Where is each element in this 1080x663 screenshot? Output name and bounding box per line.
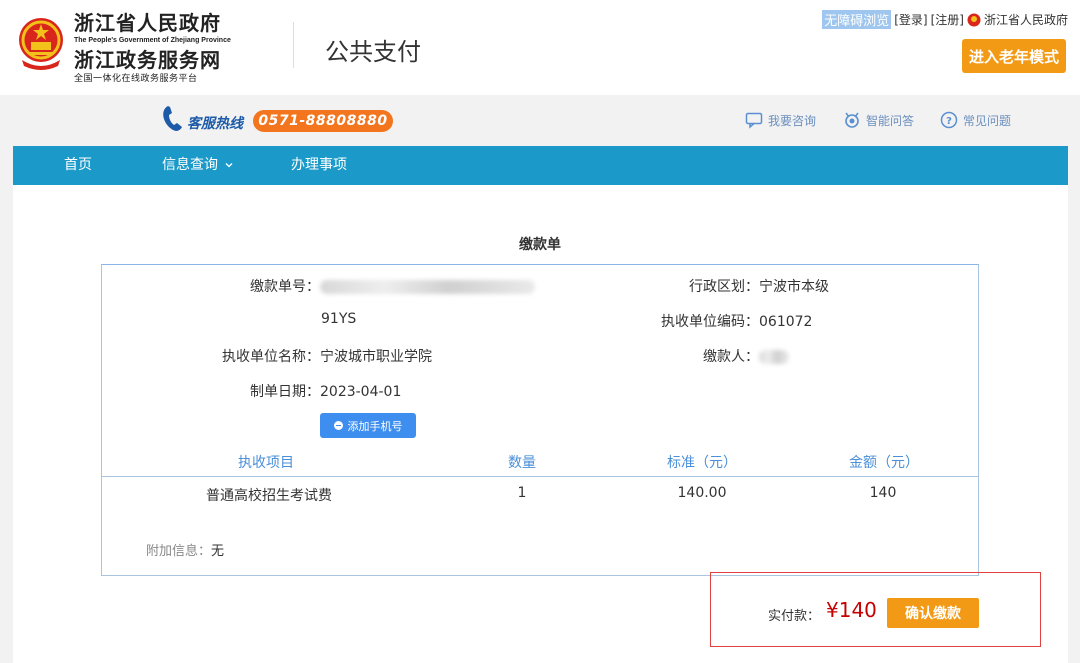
payment-label: 实付款： bbox=[768, 609, 821, 624]
extra-info-value: 无 bbox=[211, 544, 225, 559]
region-value: 宁波市本级 bbox=[759, 279, 829, 295]
brand-subtitle: 全国一体化在线政务服务平台 bbox=[74, 74, 198, 84]
elder-mode-button[interactable]: 进入老年模式 bbox=[962, 39, 1066, 73]
row-qty: 1 bbox=[517, 485, 527, 501]
unit-code-value: 061072 bbox=[759, 314, 813, 330]
site-header: 浙江省人民政府 The People's Government of Zheji… bbox=[0, 0, 1080, 95]
date-label: 制单日期： bbox=[250, 384, 320, 400]
region-label: 行政区划： bbox=[689, 279, 759, 295]
page-title: 公共支付 bbox=[325, 38, 421, 66]
bill-number-label: 缴款单号： bbox=[250, 279, 320, 295]
main-nav: 首页 信息查询 办理事项 bbox=[13, 146, 1068, 185]
confirm-payment-button[interactable]: 确认缴款 bbox=[887, 598, 979, 628]
date-value: 2023-04-01 bbox=[320, 384, 402, 400]
row-std: 140.00 bbox=[677, 485, 727, 501]
row-amount: 140 bbox=[869, 485, 897, 501]
items-table-header: 执收项目 数量 标准（元） 金额（元） bbox=[102, 452, 978, 477]
extra-info: 附加信息：无 bbox=[146, 540, 224, 559]
gov-link[interactable]: 浙江省人民政府 bbox=[984, 11, 1068, 28]
phone-icon bbox=[163, 106, 182, 131]
chevron-down-icon bbox=[225, 163, 233, 168]
bill-number-redacted bbox=[320, 280, 535, 294]
hotline-label: 客服热线 bbox=[187, 116, 243, 132]
brand-english: The People's Government of Zhejiang Prov… bbox=[74, 37, 231, 44]
unit-code-field: 执收单位编码：061072 bbox=[661, 311, 812, 331]
payer-redacted bbox=[759, 350, 789, 364]
region-field: 行政区划：宁波市本级 bbox=[689, 276, 829, 296]
unit-code-label: 执收单位编码： bbox=[661, 314, 759, 330]
svg-text:?: ? bbox=[946, 116, 952, 127]
bill-title: 缴款单 bbox=[519, 237, 561, 253]
payer-label: 缴款人： bbox=[703, 349, 759, 365]
smart-qa-label: 智能问答 bbox=[866, 113, 915, 128]
row-item: 普通高校招生考试费 bbox=[206, 488, 332, 504]
add-phone-button[interactable]: 添加手机号 bbox=[320, 413, 416, 438]
accessibility-link[interactable]: 无障碍浏览 bbox=[822, 10, 892, 29]
hotline-number: 0571-88808880 bbox=[253, 110, 393, 132]
nav-info-query-label: 信息查询 bbox=[162, 157, 218, 173]
bill-box bbox=[101, 264, 979, 576]
question-icon: ? bbox=[940, 111, 958, 129]
date-field: 制单日期：2023-04-01 bbox=[250, 381, 401, 401]
faq-label: 常见问题 bbox=[963, 113, 1012, 128]
bill-number-suffix: 91YS bbox=[321, 311, 357, 327]
extra-info-label: 附加信息： bbox=[146, 544, 212, 559]
unit-name-field: 执收单位名称：宁波城市职业学院 bbox=[222, 346, 432, 366]
payer-field: 缴款人： bbox=[703, 346, 789, 366]
col-std: 标准（元） bbox=[667, 455, 737, 471]
chat-icon bbox=[745, 112, 763, 129]
brand-block[interactable]: 浙江省人民政府 The People's Government of Zheji… bbox=[74, 10, 231, 85]
brand-portal-name: 浙江政务服务网 bbox=[74, 48, 221, 72]
register-link[interactable]: [注册] bbox=[931, 11, 964, 28]
national-emblem-icon bbox=[19, 18, 63, 70]
nav-affairs[interactable]: 办理事项 bbox=[291, 146, 347, 185]
col-qty: 数量 bbox=[508, 455, 536, 471]
col-item: 执收项目 bbox=[238, 455, 294, 471]
nav-info-query[interactable]: 信息查询 bbox=[162, 146, 234, 185]
add-phone-label: 添加手机号 bbox=[347, 419, 403, 433]
nav-home[interactable]: 首页 bbox=[64, 146, 92, 185]
minus-circle-icon bbox=[333, 421, 343, 430]
consult-link[interactable]: 我要咨询 bbox=[745, 111, 816, 129]
col-amount: 金额（元） bbox=[849, 455, 919, 471]
consult-label: 我要咨询 bbox=[768, 113, 817, 128]
brand-title: 浙江省人民政府 bbox=[74, 11, 221, 35]
unit-name-label: 执收单位名称： bbox=[222, 349, 320, 365]
payment-amount: ¥140 bbox=[826, 598, 877, 622]
robot-icon bbox=[845, 112, 859, 128]
smart-qa-link[interactable]: 智能问答 bbox=[843, 111, 914, 129]
login-link[interactable]: [登录] bbox=[894, 11, 927, 28]
faq-link[interactable]: ? 常见问题 bbox=[940, 111, 1011, 129]
bill-number-field: 缴款单号： bbox=[250, 276, 535, 296]
unit-name-value: 宁波城市职业学院 bbox=[320, 349, 432, 365]
top-links: 无障碍浏览 [登录] [注册] 浙江省人民政府 bbox=[822, 10, 1068, 29]
gov-emblem-icon bbox=[967, 13, 981, 26]
header-divider bbox=[293, 22, 294, 68]
